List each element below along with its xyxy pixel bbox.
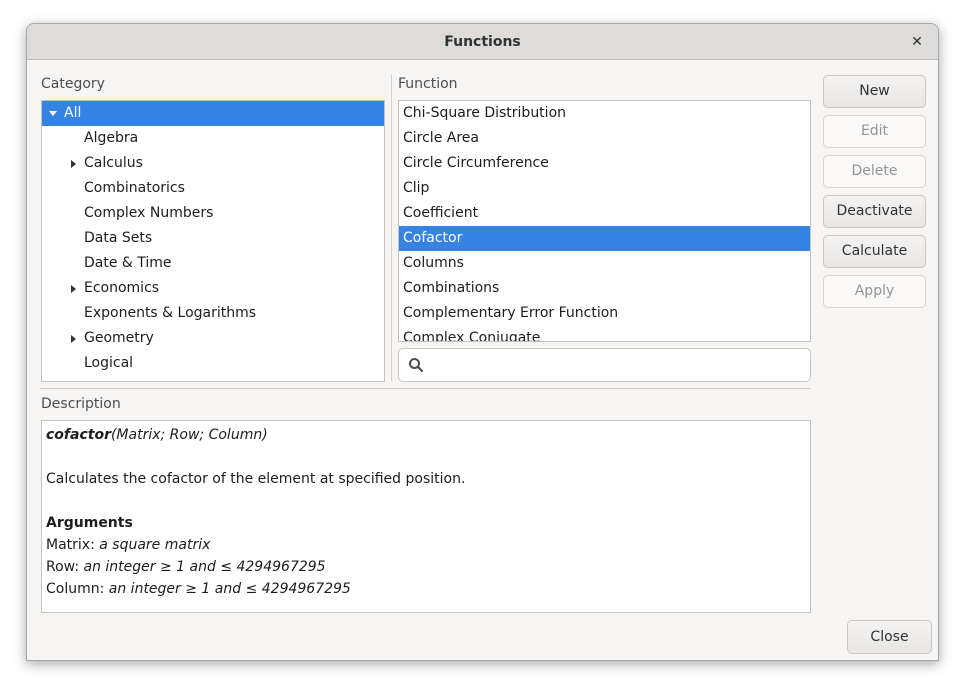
function-search-input[interactable] xyxy=(398,348,811,382)
category-item-label: Calculus xyxy=(84,155,143,171)
argument-matrix: Matrix: a square matrix xyxy=(46,534,806,556)
category-item[interactable]: Data Sets xyxy=(42,226,384,251)
category-item-label: Date & Time xyxy=(84,255,172,271)
function-list[interactable]: Chi-Square Distribution Circle Area Circle… xyxy=(398,100,811,342)
category-item[interactable]: Combinatorics xyxy=(42,176,384,201)
argument-row: Row: an integer ≥ 1 and ≤ 4294967295 xyxy=(46,556,806,578)
close-icon[interactable]: ✕ xyxy=(908,33,926,51)
collapsed-arrow-icon[interactable] xyxy=(66,334,80,343)
category-item-label: Combinatorics xyxy=(84,180,185,196)
argument-desc: an integer ≥ 1 and ≤ 4294967295 xyxy=(83,559,326,575)
category-item-label: Algebra xyxy=(84,130,139,146)
category-item-label: Data Sets xyxy=(84,230,153,246)
section-divider xyxy=(40,388,810,389)
function-item[interactable]: Circle Circumference xyxy=(399,151,810,176)
argument-desc: a square matrix xyxy=(99,537,211,553)
deactivate-button[interactable]: Deactivate xyxy=(823,195,926,228)
function-item[interactable]: Combinations xyxy=(399,276,810,301)
argument-name: Row: xyxy=(46,559,84,575)
category-item[interactable]: Geometry xyxy=(42,326,384,351)
functions-dialog: Functions ✕ Category All Algebra Calculus C… xyxy=(26,23,939,661)
signature-args: (Matrix; Row; Column) xyxy=(110,427,268,443)
category-item[interactable]: Calculus xyxy=(42,151,384,176)
function-label: Function xyxy=(398,76,458,92)
argument-column: Column: an integer ≥ 1 and ≤ 4294967295 xyxy=(46,578,806,600)
category-item-label: Economics xyxy=(84,280,160,296)
function-item[interactable]: Columns xyxy=(399,251,810,276)
function-item[interactable]: Coefficient xyxy=(399,201,810,226)
function-signature: cofactor(Matrix; Row; Column) xyxy=(46,424,806,446)
collapsed-arrow-icon[interactable] xyxy=(66,284,80,293)
collapsed-arrow-icon[interactable] xyxy=(66,159,80,168)
edit-button[interactable]: Edit xyxy=(823,115,926,148)
function-item[interactable]: Cofactor xyxy=(399,226,810,251)
apply-button[interactable]: Apply xyxy=(823,275,926,308)
category-item[interactable]: Date & Time xyxy=(42,251,384,276)
description-summary: Calculates the cofactor of the element a… xyxy=(46,471,466,487)
dialog-title: Functions xyxy=(444,33,521,50)
category-item[interactable]: All xyxy=(42,101,384,126)
argument-desc: an integer ≥ 1 and ≤ 4294967295 xyxy=(108,581,351,597)
search-icon xyxy=(409,358,424,373)
category-tree[interactable]: All Algebra Calculus Combinatorics Complex N… xyxy=(41,100,385,382)
calculate-button[interactable]: Calculate xyxy=(823,235,926,268)
function-item[interactable]: Circle Area xyxy=(399,126,810,151)
category-item-label: Logical xyxy=(84,355,134,371)
function-item[interactable]: Complementary Error Function xyxy=(399,301,810,326)
category-item[interactable]: Logical xyxy=(42,351,384,376)
argument-name: Column: xyxy=(46,581,109,597)
pane-separator xyxy=(391,74,392,381)
function-item[interactable]: Chi-Square Distribution xyxy=(399,101,810,126)
category-item-label: Complex Numbers xyxy=(84,205,214,221)
title-bar: Functions ✕ xyxy=(27,24,938,60)
expanded-arrow-icon[interactable] xyxy=(46,111,60,116)
signature-name: cofactor xyxy=(46,427,111,443)
category-label: Category xyxy=(41,76,105,92)
description-panel: cofactor(Matrix; Row; Column) Calculates… xyxy=(41,420,811,613)
argument-name: Matrix: xyxy=(46,537,100,553)
function-item[interactable]: Complex Conjugate xyxy=(399,326,810,341)
category-item-label: All xyxy=(64,105,82,121)
close-button[interactable]: Close xyxy=(847,620,932,654)
category-item[interactable]: Complex Numbers xyxy=(42,201,384,226)
category-item[interactable]: Exponents & Logarithms xyxy=(42,301,384,326)
arguments-heading: Arguments xyxy=(46,515,133,531)
delete-button[interactable]: Delete xyxy=(823,155,926,188)
description-label: Description xyxy=(41,396,121,412)
category-item[interactable]: Algebra xyxy=(42,126,384,151)
category-item[interactable]: Economics xyxy=(42,276,384,301)
category-item-label: Exponents & Logarithms xyxy=(84,305,257,321)
function-item[interactable]: Clip xyxy=(399,176,810,201)
category-item-label: Geometry xyxy=(84,330,154,346)
new-button[interactable]: New xyxy=(823,75,926,108)
